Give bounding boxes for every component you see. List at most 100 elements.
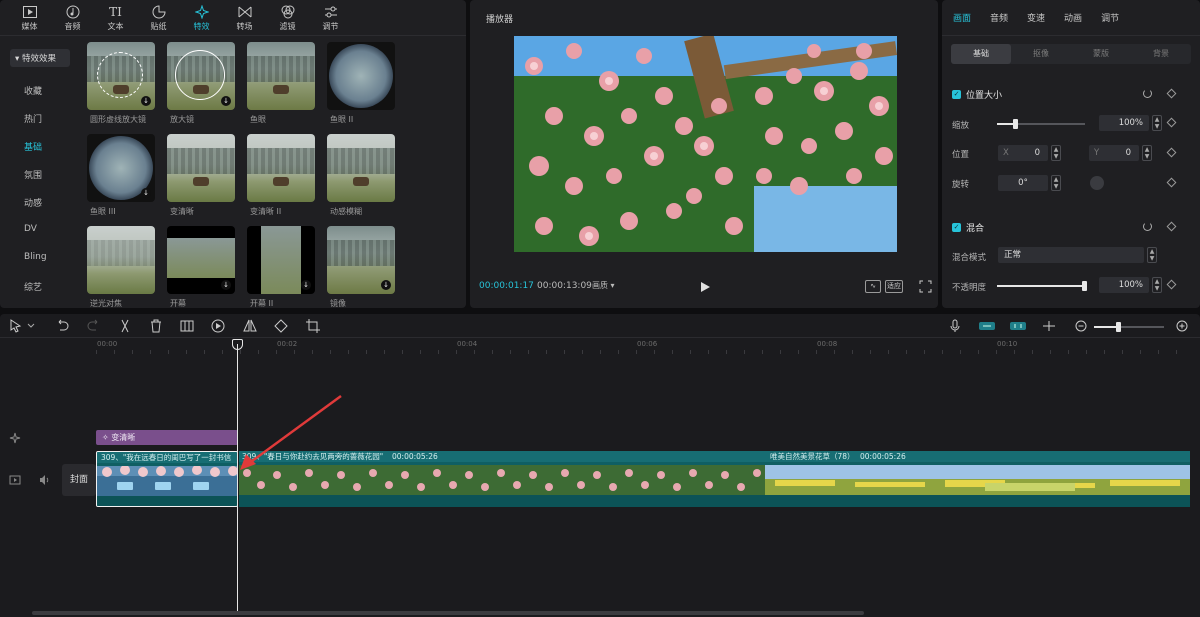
position-x-field[interactable]: X 0 <box>998 145 1048 161</box>
effect-thumb[interactable] <box>247 134 315 202</box>
keyframe-icon[interactable] <box>1166 177 1177 188</box>
tab-media[interactable]: 媒体 <box>8 0 51 36</box>
sidebar-item-bling[interactable]: Bling <box>24 252 47 262</box>
download-icon[interactable]: ↓ <box>301 280 311 290</box>
microphone-icon[interactable] <box>947 318 963 334</box>
keyframe-icon[interactable] <box>1166 279 1177 290</box>
tab-text[interactable]: TI 文本 <box>94 0 137 36</box>
ratio-button[interactable]: 适应 <box>885 280 903 293</box>
waveform-button[interactable]: ∿ <box>865 280 881 293</box>
freeze-icon[interactable] <box>179 318 195 334</box>
tab-prop-adjust[interactable]: 调节 <box>1101 11 1119 24</box>
rotate-dial[interactable] <box>1090 176 1104 190</box>
keyframe-icon[interactable] <box>1166 117 1177 128</box>
main-track-magnet-icon[interactable] <box>978 318 996 334</box>
checkbox-checked-icon[interactable]: ✓ <box>952 223 961 232</box>
y-stepper[interactable]: ▲ ▼ <box>1142 145 1152 161</box>
chevron-down-icon[interactable] <box>26 318 36 334</box>
video-clip-3[interactable]: 唯美自然美景花草（78） 00:00:05:26 <box>765 451 1190 507</box>
download-icon[interactable]: ↓ <box>381 280 391 290</box>
scale-stepper[interactable]: ▲ ▼ <box>1152 115 1162 131</box>
fullscreen-icon[interactable] <box>919 280 932 293</box>
tab-speed[interactable]: 变速 <box>1027 11 1045 24</box>
zoom-out-icon[interactable] <box>1073 318 1089 334</box>
tab-prop-audio[interactable]: 音频 <box>990 11 1008 24</box>
subtab-background[interactable]: 背景 <box>1131 44 1191 64</box>
effect-thumb[interactable] <box>167 134 235 202</box>
download-icon[interactable]: ↓ <box>221 280 231 290</box>
sidebar-item-hot[interactable]: 热门 <box>24 112 42 125</box>
keyframe-icon[interactable] <box>1166 221 1177 232</box>
zoom-in-icon[interactable] <box>1174 318 1190 334</box>
effect-thumb[interactable]: ↓ <box>247 226 315 294</box>
checkbox-checked-icon[interactable]: ✓ <box>952 90 961 99</box>
effect-thumb[interactable] <box>327 134 395 202</box>
opacity-value[interactable]: 100% <box>1099 277 1149 293</box>
keyframe-icon[interactable] <box>1166 147 1177 158</box>
reverse-icon[interactable] <box>210 318 226 334</box>
tab-picture[interactable]: 画面 <box>953 11 971 24</box>
effect-thumb[interactable]: ↓ <box>87 134 155 202</box>
play-icon[interactable] <box>698 280 712 294</box>
cover-button[interactable]: 封面 <box>62 464 96 496</box>
reset-icon[interactable] <box>1143 89 1152 98</box>
effect-thumb[interactable] <box>87 226 155 294</box>
tab-filter[interactable]: 滤镜 <box>266 0 309 36</box>
sidebar-item-basic[interactable]: 基础 <box>24 140 42 153</box>
redo-icon[interactable] <box>86 318 102 334</box>
horizontal-scrollbar[interactable] <box>32 611 864 615</box>
video-clip-1[interactable]: 309、"我在远春日的闺巴写了一封书信 <box>96 451 238 507</box>
sidebar-item-atmosphere[interactable]: 氛围 <box>24 168 42 181</box>
effect-thumb[interactable]: ↓ <box>167 42 235 110</box>
effects-category-header[interactable]: ▾ 特效效果 <box>10 49 70 67</box>
effect-thumb[interactable]: ↓ <box>167 226 235 294</box>
x-stepper[interactable]: ▲ ▼ <box>1051 145 1061 161</box>
blend-mode-select[interactable]: 正常 <box>998 247 1144 263</box>
download-icon[interactable]: ↓ <box>141 96 151 106</box>
mirror-icon[interactable] <box>242 318 258 334</box>
zoom-slider-knob[interactable] <box>1116 322 1121 332</box>
tab-sticker[interactable]: 贴纸 <box>137 0 180 36</box>
volume-icon[interactable] <box>38 474 50 486</box>
download-icon[interactable]: ↓ <box>141 188 151 198</box>
rotate-icon[interactable] <box>273 318 289 334</box>
tab-transition[interactable]: 转场 <box>223 0 266 36</box>
subtab-keying[interactable]: 抠像 <box>1011 44 1071 64</box>
crop-icon[interactable] <box>305 318 321 334</box>
playhead-line[interactable] <box>237 344 238 612</box>
sidebar-item-variety[interactable]: 综艺 <box>24 280 42 293</box>
effect-thumb[interactable] <box>327 42 395 110</box>
select-cursor-icon[interactable] <box>8 318 24 334</box>
time-ruler[interactable] <box>96 350 1190 354</box>
sidebar-item-favorites[interactable]: 收藏 <box>24 84 42 97</box>
rotate-stepper[interactable]: ▲ ▼ <box>1051 175 1061 191</box>
reset-icon[interactable] <box>1143 222 1152 231</box>
tab-adjust[interactable]: 调节 <box>309 0 352 36</box>
keyframe-icon[interactable] <box>1166 88 1177 99</box>
effect-thumb[interactable] <box>247 42 315 110</box>
effect-clip[interactable]: ✧ 变清晰 <box>96 430 238 445</box>
sidebar-item-dv[interactable]: DV <box>24 224 37 234</box>
video-preview[interactable] <box>514 36 897 252</box>
rotate-value[interactable]: 0° <box>998 175 1048 191</box>
opacity-stepper[interactable]: ▲ ▼ <box>1152 277 1162 293</box>
delete-icon[interactable] <box>148 318 164 334</box>
scale-slider-knob[interactable] <box>1012 119 1018 129</box>
effect-thumb[interactable]: ↓ <box>87 42 155 110</box>
scale-value[interactable]: 100% <box>1099 115 1149 131</box>
tab-effects[interactable]: 特效 <box>180 0 223 36</box>
subtab-mask[interactable]: 蒙版 <box>1071 44 1131 64</box>
opacity-slider-knob[interactable] <box>1082 281 1087 291</box>
sidebar-item-dynamic[interactable]: 动感 <box>24 196 42 209</box>
effect-thumb[interactable]: ↓ <box>327 226 395 294</box>
linkage-icon[interactable] <box>1041 318 1057 334</box>
tab-animation[interactable]: 动画 <box>1064 11 1082 24</box>
position-y-field[interactable]: Y 0 <box>1089 145 1139 161</box>
tab-audio[interactable]: 音频 <box>51 0 94 36</box>
split-icon[interactable] <box>117 318 133 334</box>
download-icon[interactable]: ↓ <box>221 96 231 106</box>
blend-mode-stepper[interactable]: ▲ ▼ <box>1147 247 1157 263</box>
subtab-basic[interactable]: 基础 <box>951 44 1011 64</box>
undo-icon[interactable] <box>54 318 70 334</box>
quality-dropdown[interactable]: 画质 ▾ <box>592 280 615 291</box>
